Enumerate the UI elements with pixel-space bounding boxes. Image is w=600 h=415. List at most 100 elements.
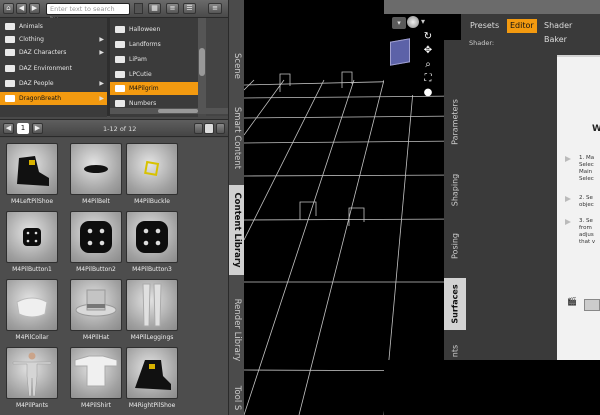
icon-size-small-icon[interactable]: [194, 123, 203, 134]
options-icon[interactable]: ☰: [183, 3, 196, 14]
view-cube-icon[interactable]: [390, 38, 410, 66]
navigation-icons[interactable]: ↻ ✥ ⌕ ⛶ ●: [422, 30, 434, 100]
asset-item[interactable]: M4PilShirt: [68, 345, 124, 412]
tab-shader-baker[interactable]: Shader Baker: [541, 19, 600, 44]
folder-icon: [5, 36, 15, 43]
tab-render-library[interactable]: Render Library: [229, 285, 245, 375]
asset-item[interactable]: M4LeftPilShoe: [4, 141, 60, 208]
apply-button[interactable]: [584, 299, 600, 311]
folder-item[interactable]: Halloween: [110, 23, 198, 36]
asset-item[interactable]: M4PilLeggings: [124, 277, 180, 344]
asset-item[interactable]: M4PilButton2: [68, 209, 124, 276]
folder-item[interactable]: LPCutie: [110, 68, 198, 81]
lighting-sphere-icon[interactable]: [407, 16, 419, 28]
button-icon: [80, 221, 112, 253]
grid-view-icon[interactable]: ▦: [148, 3, 161, 14]
folder-tree-left: Animals Clothing ▶ DAZ Characters ▶ DAZ En…: [0, 18, 107, 117]
tab-content-library[interactable]: Content Library: [229, 185, 245, 275]
asset-item[interactable]: M4PilButton1: [4, 209, 60, 276]
asset-thumbnail[interactable]: [126, 347, 178, 399]
asset-thumbnail[interactable]: [6, 279, 58, 331]
tab-parameters[interactable]: Parameters: [444, 86, 466, 158]
asset-item[interactable]: M4PilHat: [68, 277, 124, 344]
tab-posing[interactable]: Posing: [444, 222, 466, 270]
view-dropdown[interactable]: ▾: [392, 17, 406, 29]
folder-item[interactable]: Landforms: [110, 38, 198, 51]
folder-item-selected[interactable]: DragonBreath ▶: [0, 92, 107, 105]
asset-thumbnail[interactable]: [70, 143, 122, 195]
asset-thumbnail[interactable]: [6, 347, 58, 399]
result-count: 1-12 of 12: [103, 125, 137, 133]
folder-icon: [5, 80, 15, 87]
scrollbar-thumb[interactable]: [199, 48, 205, 76]
menu-arrow-icon[interactable]: ▾: [421, 17, 429, 27]
folder-item-selected[interactable]: M4Pilgrim: [110, 82, 198, 95]
folder-item[interactable]: DAZ Environment: [0, 62, 107, 75]
shader-label: Shader:: [469, 39, 495, 47]
next-page-icon[interactable]: ▶: [32, 123, 43, 134]
tab-lights[interactable]: nts: [444, 342, 466, 360]
shoe-icon: [17, 156, 49, 186]
asset-thumbnail[interactable]: [70, 279, 122, 331]
tab-smart-content[interactable]: Smart Content: [229, 95, 245, 180]
back-icon[interactable]: ◀: [16, 3, 27, 14]
previous-page-icon[interactable]: ◀: [3, 123, 14, 134]
right-vertical-tabs: Parameters Shaping Posing Surfaces nts: [444, 40, 466, 360]
asset-thumbnail[interactable]: [126, 143, 178, 195]
asset-thumbnail[interactable]: [70, 211, 122, 263]
asset-item[interactable]: M4PilBelt: [68, 141, 124, 208]
asset-item[interactable]: M4PilCollar: [4, 277, 60, 344]
home-icon[interactable]: ⌂: [3, 3, 14, 14]
asset-thumbnail[interactable]: [6, 143, 58, 195]
folder-item[interactable]: DAZ Characters ▶: [0, 46, 107, 59]
collar-icon: [16, 297, 48, 318]
scrollbar-thumb[interactable]: [158, 109, 198, 113]
view-mode-icon[interactable]: [216, 123, 225, 134]
tab-scene[interactable]: Scene: [229, 40, 245, 92]
search-input[interactable]: Enter text to search by...: [46, 3, 130, 23]
leggings-icon: [142, 283, 162, 327]
help-heading: W: [592, 124, 600, 134]
folder-item[interactable]: LiPam: [110, 53, 198, 66]
tab-tool-settings[interactable]: Tool S: [229, 380, 245, 415]
figure-icon: [12, 352, 52, 397]
asset-thumbnail[interactable]: [126, 279, 178, 331]
belt-icon: [84, 165, 108, 173]
menu-icon[interactable]: ≡: [208, 3, 222, 14]
folder-tree-right: Halloween Landforms LiPam LPCutie M4Pilg…: [110, 18, 198, 117]
folder-item[interactable]: Clothing ▶: [0, 33, 107, 46]
list-view-icon[interactable]: ≡: [166, 3, 179, 14]
asset-thumbnail[interactable]: [126, 211, 178, 263]
folder-item[interactable]: DAZ People ▶: [0, 77, 107, 90]
folder-item[interactable]: Animals: [0, 20, 107, 33]
asset-item[interactable]: M4RightPilShoe: [124, 345, 180, 412]
asset-thumbnail[interactable]: [70, 347, 122, 399]
content-toolbar: ⌂ ◀ ▶ Enter text to search by... ▦ ≡ ☰ ≡: [0, 0, 228, 23]
horizontal-scrollbar[interactable]: [110, 108, 228, 114]
button-icon: [23, 228, 41, 246]
asset-thumbnail[interactable]: [6, 211, 58, 263]
page-navigation-bar: ◀ 1 ▶ 1-12 of 12: [0, 119, 228, 137]
search-clear-icon[interactable]: [134, 3, 143, 14]
tab-shaping[interactable]: Shaping: [444, 162, 466, 217]
tab-surfaces[interactable]: Surfaces: [444, 278, 466, 330]
icon-size-large-icon[interactable]: [204, 123, 214, 134]
folder-gutter: [206, 18, 228, 116]
page-number[interactable]: 1: [17, 123, 29, 134]
forward-icon[interactable]: ▶: [29, 3, 40, 14]
surfaces-panel: Presets Editor Shader Baker Shader: W 1.…: [461, 15, 600, 360]
asset-item[interactable]: M4PilPants: [4, 345, 60, 412]
buckle-icon: [144, 160, 160, 176]
clapper-icon[interactable]: 🎬: [567, 297, 577, 307]
folder-icon: [115, 56, 125, 63]
hat-icon: [75, 289, 117, 317]
asset-item[interactable]: M4PilButton3: [124, 209, 180, 276]
help-step-3: 3. Se from adjus that v: [565, 218, 595, 246]
folder-scrollbar[interactable]: [198, 18, 206, 114]
help-step-1: 1. Ma Selec Main Selec: [565, 155, 594, 183]
asset-item[interactable]: M4PilBuckle: [124, 141, 180, 208]
tab-editor[interactable]: Editor: [507, 19, 537, 33]
viewport-bottom[interactable]: [384, 360, 600, 415]
tab-row: Presets Editor Shader Baker: [461, 19, 600, 44]
tab-presets[interactable]: Presets: [467, 19, 502, 33]
